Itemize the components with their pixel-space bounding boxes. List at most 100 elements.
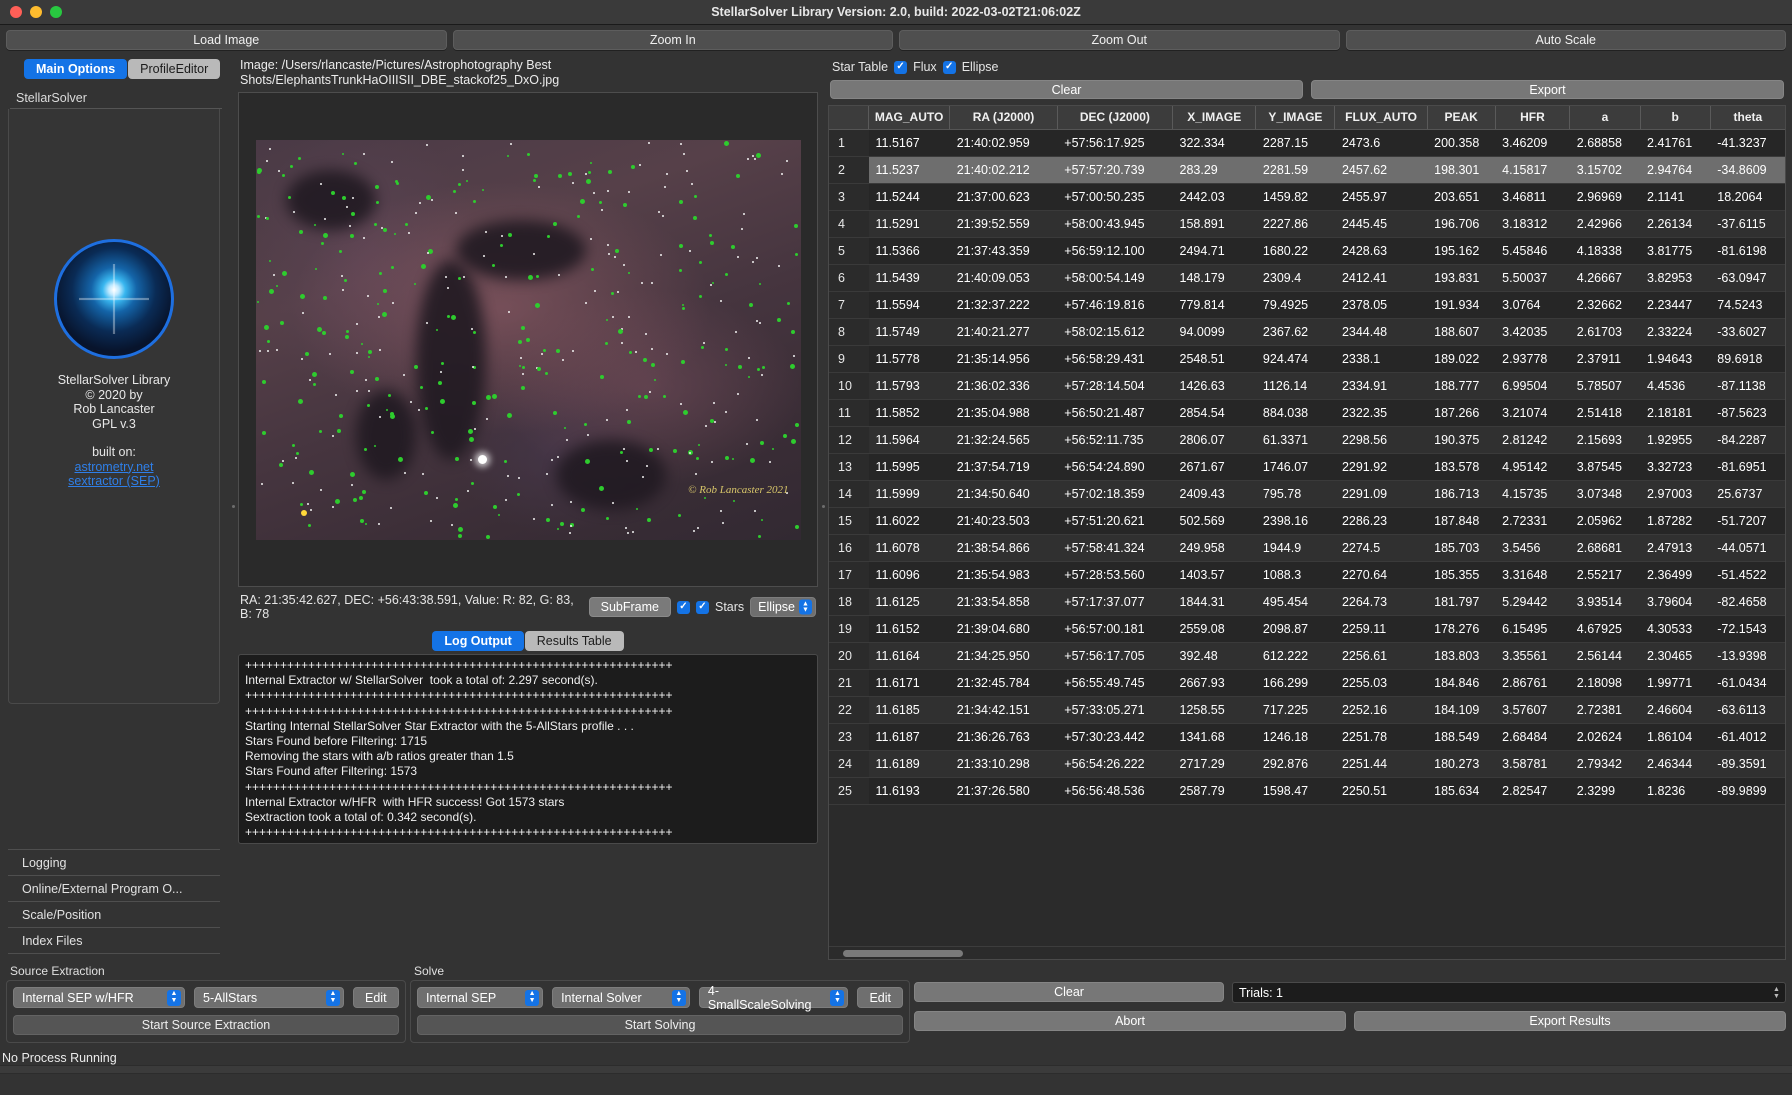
export-table-button[interactable]: Export: [1311, 80, 1784, 99]
table-row[interactable]: 111.516721:40:02.959+57:56:17.925322.334…: [829, 129, 1785, 156]
log-output-text[interactable]: ++++++++++++++++++++++++++++++++++++++++…: [238, 654, 818, 844]
solver-select[interactable]: Internal Solver ▲▼: [552, 987, 690, 1008]
edit-solve-profile-button[interactable]: Edit: [857, 987, 903, 1008]
column-header-x-image[interactable]: X_IMAGE: [1173, 106, 1256, 129]
table-horizontal-scrollbar[interactable]: [829, 946, 1785, 959]
column-header-b[interactable]: b: [1640, 106, 1710, 129]
column-header-hfr[interactable]: HFR: [1495, 106, 1570, 129]
star-detection-marker: [458, 534, 462, 538]
astrometry-net-link[interactable]: astrometry.net: [68, 460, 160, 475]
abort-button[interactable]: Abort: [914, 1011, 1346, 1031]
star-detection-marker: [682, 304, 684, 306]
section-logging[interactable]: Logging: [8, 850, 220, 875]
edit-extraction-profile-button[interactable]: Edit: [353, 987, 399, 1008]
column-header-index[interactable]: [829, 106, 869, 129]
extraction-profile-select[interactable]: 5-AllStars ▲▼: [194, 987, 344, 1008]
table-row[interactable]: 1811.612521:33:54.858+57:17:37.0771844.3…: [829, 588, 1785, 615]
table-row[interactable]: 1111.585221:35:04.988+56:50:21.4872854.5…: [829, 399, 1785, 426]
star-table-container[interactable]: MAG_AUTORA (J2000)DEC (J2000)X_IMAGEY_IM…: [828, 105, 1786, 960]
column-header-mag-auto[interactable]: MAG_AUTO: [869, 106, 950, 129]
solve-extractor-select[interactable]: Internal SEP ▲▼: [417, 987, 543, 1008]
auto-scale-button[interactable]: Auto Scale: [1346, 30, 1787, 50]
table-row[interactable]: 2111.617121:32:45.784+56:55:49.7452667.9…: [829, 669, 1785, 696]
column-header-theta[interactable]: theta: [1710, 106, 1785, 129]
tab-log-output[interactable]: Log Output: [432, 631, 523, 651]
star-detection-marker: [698, 444, 700, 446]
close-window-icon[interactable]: [10, 6, 22, 18]
solve-profile-select[interactable]: 4-SmallScaleSolving ▲▼: [699, 987, 849, 1008]
clear-results-button[interactable]: Clear: [914, 982, 1224, 1002]
table-row[interactable]: 411.529121:39:52.559+58:00:43.945158.891…: [829, 210, 1785, 237]
table-row[interactable]: 1311.599521:37:54.719+56:54:24.8902671.6…: [829, 453, 1785, 480]
flux-checkbox[interactable]: ✓: [894, 61, 907, 74]
table-row[interactable]: 1411.599921:34:50.640+57:02:18.3592409.4…: [829, 480, 1785, 507]
zoom-out-button[interactable]: Zoom Out: [899, 30, 1340, 50]
minimize-window-icon[interactable]: [30, 6, 42, 18]
table-row[interactable]: 711.559421:32:37.222+57:46:19.816779.814…: [829, 291, 1785, 318]
star-point: [404, 472, 406, 474]
table-row[interactable]: 1911.615221:39:04.680+56:57:00.1812559.0…: [829, 615, 1785, 642]
table-row[interactable]: 611.543921:40:09.053+58:00:54.149148.179…: [829, 264, 1785, 291]
section-index-files[interactable]: Index Files: [8, 928, 220, 953]
table-row[interactable]: 311.524421:37:00.623+57:00:50.2352442.03…: [829, 183, 1785, 210]
tab-results-table[interactable]: Results Table: [525, 631, 624, 651]
subframe-checkbox[interactable]: ✓: [677, 601, 690, 614]
star-detection-marker: [345, 335, 349, 339]
star-point: [447, 287, 449, 289]
star-detection-marker: [521, 386, 525, 390]
table-cell: 1403.57: [1173, 561, 1256, 588]
export-results-button[interactable]: Export Results: [1354, 1011, 1786, 1031]
table-row[interactable]: 211.523721:40:02.212+57:57:20.739283.292…: [829, 156, 1785, 183]
table-row[interactable]: 1211.596421:32:24.565+56:52:11.7352806.0…: [829, 426, 1785, 453]
table-row[interactable]: 1611.607821:38:54.866+57:58:41.324249.95…: [829, 534, 1785, 561]
column-header-peak[interactable]: PEAK: [1427, 106, 1495, 129]
star-point: [356, 390, 358, 392]
window-controls[interactable]: [0, 6, 62, 18]
right-splitter-handle[interactable]: [818, 52, 828, 960]
table-row[interactable]: 2211.618521:34:42.151+57:33:05.2711258.5…: [829, 696, 1785, 723]
image-viewer[interactable]: © Rob Lancaster 2021: [238, 92, 818, 587]
star-shape-select[interactable]: Ellipse ▲▼: [750, 597, 816, 617]
table-row[interactable]: 1511.602221:40:23.503+57:51:20.621502.56…: [829, 507, 1785, 534]
ellipse-checkbox[interactable]: ✓: [943, 61, 956, 74]
table-cell: +57:58:41.324: [1057, 534, 1172, 561]
column-header-dec-j2000-[interactable]: DEC (J2000): [1057, 106, 1172, 129]
column-header-ra-j2000-[interactable]: RA (J2000): [950, 106, 1058, 129]
table-row[interactable]: 2411.618921:33:10.298+56:54:26.2222717.2…: [829, 750, 1785, 777]
table-row[interactable]: 911.577821:35:14.956+56:58:29.4312548.51…: [829, 345, 1785, 372]
star-point: [569, 532, 571, 534]
column-header-flux-auto[interactable]: FLUX_AUTO: [1335, 106, 1427, 129]
tab-main-options[interactable]: Main Options: [24, 59, 127, 79]
column-header-y-image[interactable]: Y_IMAGE: [1256, 106, 1335, 129]
stars-checkbox[interactable]: ✓: [696, 601, 709, 614]
section-online-external-program-options[interactable]: Online/External Program O...: [8, 876, 220, 901]
star-detection-marker: [758, 535, 761, 538]
table-row[interactable]: 1011.579321:36:02.336+57:28:14.5041426.6…: [829, 372, 1785, 399]
table-row[interactable]: 2311.618721:36:26.763+57:30:23.4421341.6…: [829, 723, 1785, 750]
zoom-in-button[interactable]: Zoom In: [453, 30, 894, 50]
table-row[interactable]: 1711.609621:35:54.983+57:28:53.5601403.5…: [829, 561, 1785, 588]
load-image-button[interactable]: Load Image: [6, 30, 447, 50]
left-splitter-handle[interactable]: [228, 52, 238, 960]
astro-image[interactable]: © Rob Lancaster 2021: [256, 140, 801, 540]
trials-input[interactable]: Trials: 1 ▲▼: [1232, 982, 1786, 1003]
table-row[interactable]: 511.536621:37:43.359+56:59:12.1002494.71…: [829, 237, 1785, 264]
table-row[interactable]: 2011.616421:34:25.950+57:56:17.705392.48…: [829, 642, 1785, 669]
star-detection-marker: [282, 174, 285, 177]
stepper-icon[interactable]: ▲▼: [1770, 984, 1783, 1001]
table-cell: 2.41761: [1640, 129, 1710, 156]
clear-table-button[interactable]: Clear: [830, 80, 1303, 99]
star-point: [786, 160, 788, 162]
subframe-button[interactable]: SubFrame: [589, 597, 671, 617]
start-solving-button[interactable]: Start Solving: [417, 1015, 903, 1035]
tab-profile-editor[interactable]: ProfileEditor: [128, 59, 220, 79]
start-source-extraction-button[interactable]: Start Source Extraction: [13, 1015, 399, 1035]
section-scale-position[interactable]: Scale/Position: [8, 902, 220, 927]
maximize-window-icon[interactable]: [50, 6, 62, 18]
scrollbar-thumb[interactable]: [843, 950, 963, 957]
extraction-method-select[interactable]: Internal SEP w/HFR ▲▼: [13, 987, 185, 1008]
sextractor-link[interactable]: sextractor (SEP): [68, 474, 160, 489]
table-row[interactable]: 811.574921:40:21.277+58:02:15.61294.0099…: [829, 318, 1785, 345]
column-header-a[interactable]: a: [1570, 106, 1640, 129]
table-row[interactable]: 2511.619321:37:26.580+56:56:48.5362587.7…: [829, 777, 1785, 804]
